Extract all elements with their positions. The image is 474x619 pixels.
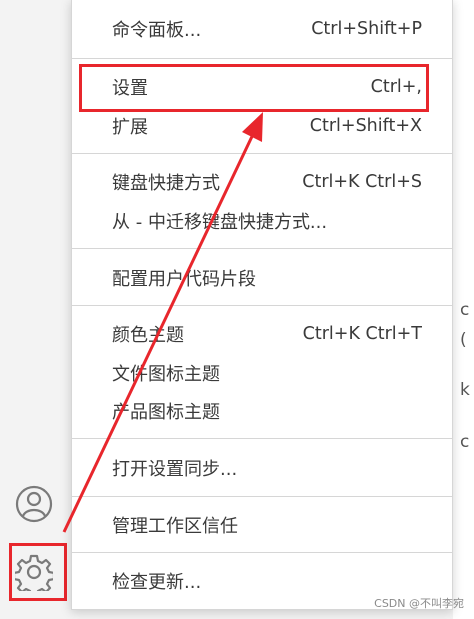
menu-item-label: 键盘快捷方式 xyxy=(112,173,220,194)
manage-highlight-box xyxy=(9,543,67,601)
menu-separator xyxy=(72,496,452,497)
menu-item-label: 打开设置同步... xyxy=(112,459,238,480)
menu-separator xyxy=(72,248,452,249)
menu-item-shortcut: Ctrl+K Ctrl+S xyxy=(302,172,422,192)
editor-peek-text: ( xyxy=(460,330,467,350)
menu-item-shortcut: Ctrl+K Ctrl+T xyxy=(302,324,422,344)
menu-item-label: 扩展 xyxy=(112,117,148,138)
menu-separator xyxy=(72,153,452,154)
menu-item-label: 颜色主题 xyxy=(112,325,184,346)
account-icon[interactable] xyxy=(14,484,54,524)
menu-item-label: 配置用户代码片段 xyxy=(112,269,256,290)
menu-separator xyxy=(72,438,452,439)
menu-separator xyxy=(72,58,452,59)
menu-separator xyxy=(72,552,452,553)
menu-separator xyxy=(72,305,452,306)
editor-peek-text: c xyxy=(460,432,470,452)
activity-bar xyxy=(0,0,70,619)
editor-peek-text: k xyxy=(460,380,470,400)
menu-item-label: 管理工作区信任 xyxy=(112,516,238,537)
menu-item-settings-sync[interactable]: 打开设置同步... xyxy=(72,449,452,487)
menu-item-label: 文件图标主题 xyxy=(112,364,220,385)
settings-highlight-box xyxy=(79,64,429,112)
menu-item-label: 从 - 中迁移键盘快捷方式... xyxy=(112,212,328,233)
menu-item-product-icon-theme[interactable]: 产品图标主题 xyxy=(72,392,452,430)
editor-peek-text: c xyxy=(460,300,470,320)
menu-item-color-theme[interactable]: 颜色主题 Ctrl+K Ctrl+T xyxy=(72,315,452,353)
watermark: CSDN @不叫李宛 xyxy=(374,597,464,610)
menu-item-user-snippets[interactable]: 配置用户代码片段 xyxy=(72,259,452,297)
menu-item-label: 产品图标主题 xyxy=(112,402,220,423)
menu-item-label: 命令面板... xyxy=(112,20,202,41)
menu-item-label: 检查更新... xyxy=(112,572,202,593)
menu-item-keyboard-shortcuts[interactable]: 键盘快捷方式 Ctrl+K Ctrl+S xyxy=(72,163,452,201)
menu-item-file-icon-theme[interactable]: 文件图标主题 xyxy=(72,354,452,392)
menu-item-workspace-trust[interactable]: 管理工作区信任 xyxy=(72,506,452,544)
menu-item-migrate-keybindings[interactable]: 从 - 中迁移键盘快捷方式... xyxy=(72,202,452,240)
menu-item-command-palette[interactable]: 命令面板... Ctrl+Shift+P xyxy=(72,10,452,48)
menu-item-shortcut: Ctrl+Shift+P xyxy=(311,19,422,39)
menu-item-extensions[interactable]: 扩展 Ctrl+Shift+X xyxy=(72,107,452,145)
menu-item-shortcut: Ctrl+Shift+X xyxy=(309,116,422,136)
